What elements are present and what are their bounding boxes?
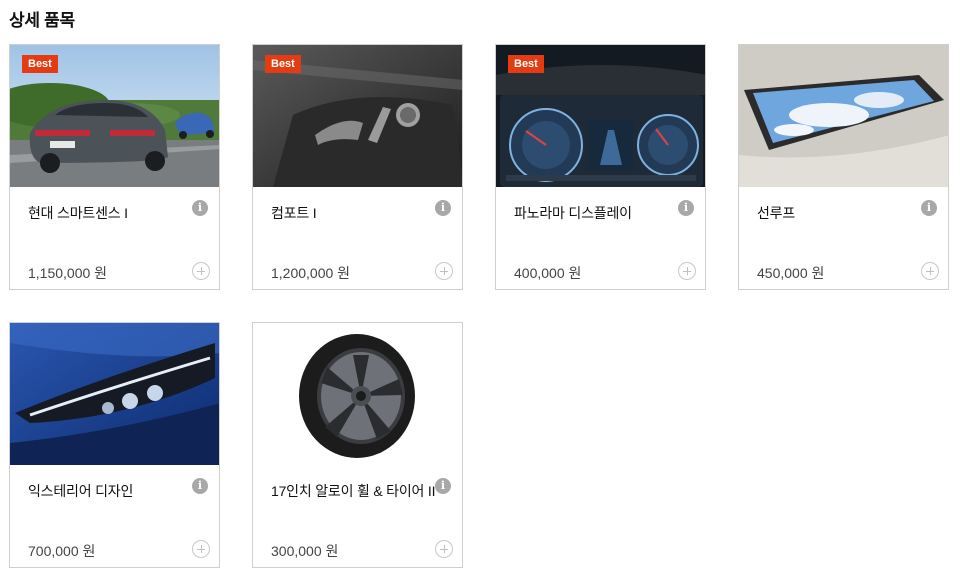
headlamp-photo	[10, 323, 219, 465]
option-price: 400,000 원	[514, 265, 582, 281]
option-price: 300,000 원	[271, 543, 339, 559]
sunroof-photo	[739, 45, 948, 187]
option-card-exterior-design[interactable]: 익스테리어 디자인 i 700,000 원	[9, 322, 220, 568]
info-icon[interactable]: i	[678, 200, 694, 216]
option-name: 17인치 알로이 휠 & 타이어 II	[271, 483, 436, 499]
plus-circle-icon[interactable]	[921, 262, 939, 280]
best-badge: Best	[22, 55, 58, 73]
info-icon[interactable]: i	[192, 478, 208, 494]
option-card-alloy-wheel[interactable]: 17인치 알로이 휠 & 타이어 II i 300,000 원	[252, 322, 463, 568]
best-badge: Best	[508, 55, 544, 73]
plus-circle-icon[interactable]	[435, 540, 453, 558]
option-card-comfort[interactable]: Best 컴포트 I i 1,200,000 원	[252, 44, 463, 290]
option-name: 파노라마 디스플레이	[514, 205, 632, 221]
info-icon[interactable]: i	[435, 200, 451, 216]
best-badge: Best	[265, 55, 301, 73]
option-name: 현대 스마트센스 I	[28, 205, 128, 221]
option-name: 선루프	[757, 205, 796, 221]
info-icon[interactable]: i	[435, 478, 451, 494]
section-title: 상세 품목	[9, 11, 75, 30]
option-card-sunroof[interactable]: 선루프 i 450,000 원	[738, 44, 949, 290]
plus-circle-icon[interactable]	[678, 262, 696, 280]
option-name: 익스테리어 디자인	[28, 483, 134, 499]
option-price: 700,000 원	[28, 543, 96, 559]
option-price: 1,150,000 원	[28, 265, 108, 281]
alloy-wheel-photo	[253, 323, 462, 465]
option-card-smartsense[interactable]: Best 현대 스마트센스 I i 1,150,000 원	[9, 44, 220, 290]
option-card-panorama-display[interactable]: Best 파노라마 디스플레이 i 400,000 원	[495, 44, 706, 290]
plus-circle-icon[interactable]	[192, 540, 210, 558]
plus-circle-icon[interactable]	[192, 262, 210, 280]
option-price: 450,000 원	[757, 265, 825, 281]
plus-circle-icon[interactable]	[435, 262, 453, 280]
option-name: 컴포트 I	[271, 205, 317, 221]
info-icon[interactable]: i	[921, 200, 937, 216]
option-price: 1,200,000 원	[271, 265, 351, 281]
info-icon[interactable]: i	[192, 200, 208, 216]
